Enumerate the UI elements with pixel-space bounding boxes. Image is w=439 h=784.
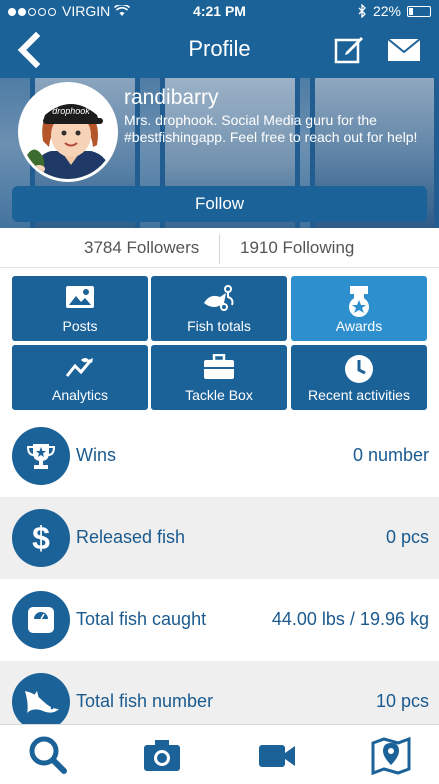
medal-icon <box>349 286 369 317</box>
stat-name: Total fish caught <box>76 609 207 629</box>
recent-activities-button[interactable]: Recent activities <box>291 345 427 410</box>
analytics-label: Analytics <box>51 387 109 403</box>
edit-icon[interactable] <box>334 34 364 64</box>
stat-value: 0 number <box>352 445 429 465</box>
posts-label: Posts <box>62 318 98 334</box>
stat-name: Wins <box>76 445 116 465</box>
page-title: Profile <box>188 36 251 61</box>
posts-button[interactable]: Posts <box>12 276 148 341</box>
following-count[interactable]: 1910 Following <box>240 238 354 258</box>
battery-info: 22% <box>358 3 431 19</box>
stat-row-released-fish[interactable]: $ Released fish 0 pcs <box>0 497 439 579</box>
bottom-tab-bar <box>0 724 439 784</box>
battery-percent: 22% <box>372 3 401 19</box>
profile-cover: drophook randibarry Mrs. drophook. Socia… <box>0 78 439 228</box>
svg-text:$: $ <box>32 521 50 555</box>
username: randibarry <box>124 86 219 109</box>
bluetooth-icon <box>358 4 366 18</box>
image-icon <box>66 286 94 308</box>
follow-counts: 3784 Followers 1910 Following <box>0 228 439 268</box>
stat-row-wins[interactable]: Wins 0 number <box>0 415 439 497</box>
title-bar: Profile <box>0 24 439 76</box>
map-icon[interactable] <box>371 735 411 775</box>
fish-totals-button[interactable]: Fish totals <box>151 276 287 341</box>
stat-name: Released fish <box>76 527 186 547</box>
awards-button[interactable]: Awards <box>291 276 427 341</box>
stat-row-total-fish-caught[interactable]: Total fish caught 44.00 lbs / 19.96 kg <box>0 579 439 661</box>
fish-icon <box>12 673 70 731</box>
trophy-icon <box>12 427 70 485</box>
cap-logo-text: drophook <box>52 106 90 116</box>
follow-button[interactable]: Follow <box>12 186 427 222</box>
tackle-box-label: Tackle Box <box>185 387 253 403</box>
battery-icon <box>407 5 431 17</box>
stat-value: 0 pcs <box>385 527 429 547</box>
scale-icon <box>12 591 70 649</box>
awards-label: Awards <box>335 318 383 334</box>
stat-name: Total fish number <box>76 691 214 711</box>
analytics-icon <box>65 358 93 377</box>
video-icon[interactable] <box>257 735 297 775</box>
app-header: VIRGIN 4:21 PM 22% Profile <box>0 0 439 78</box>
fish-scale-icon <box>204 285 234 311</box>
followers-count[interactable]: 3784 Followers <box>84 238 199 258</box>
avatar[interactable]: drophook <box>18 82 118 182</box>
analytics-button[interactable]: Analytics <box>12 345 148 410</box>
dollar-icon: $ <box>12 509 70 567</box>
status-bar: VIRGIN 4:21 PM 22% <box>0 0 439 22</box>
briefcase-icon <box>204 354 234 379</box>
search-icon[interactable] <box>28 735 68 775</box>
stat-value: 10 pcs <box>375 691 429 711</box>
clock-icon <box>345 355 373 383</box>
fish-totals-label: Fish totals <box>187 318 251 334</box>
divider <box>219 234 220 264</box>
tackle-box-button[interactable]: Tackle Box <box>151 345 287 410</box>
mail-icon[interactable] <box>387 38 421 62</box>
camera-icon[interactable] <box>142 735 182 775</box>
profile-bio: Mrs. drophook. Social Media guru for the… <box>124 112 418 145</box>
stat-value: 44.00 lbs / 19.96 kg <box>271 609 429 629</box>
recent-activities-label: Recent activities <box>308 387 410 403</box>
